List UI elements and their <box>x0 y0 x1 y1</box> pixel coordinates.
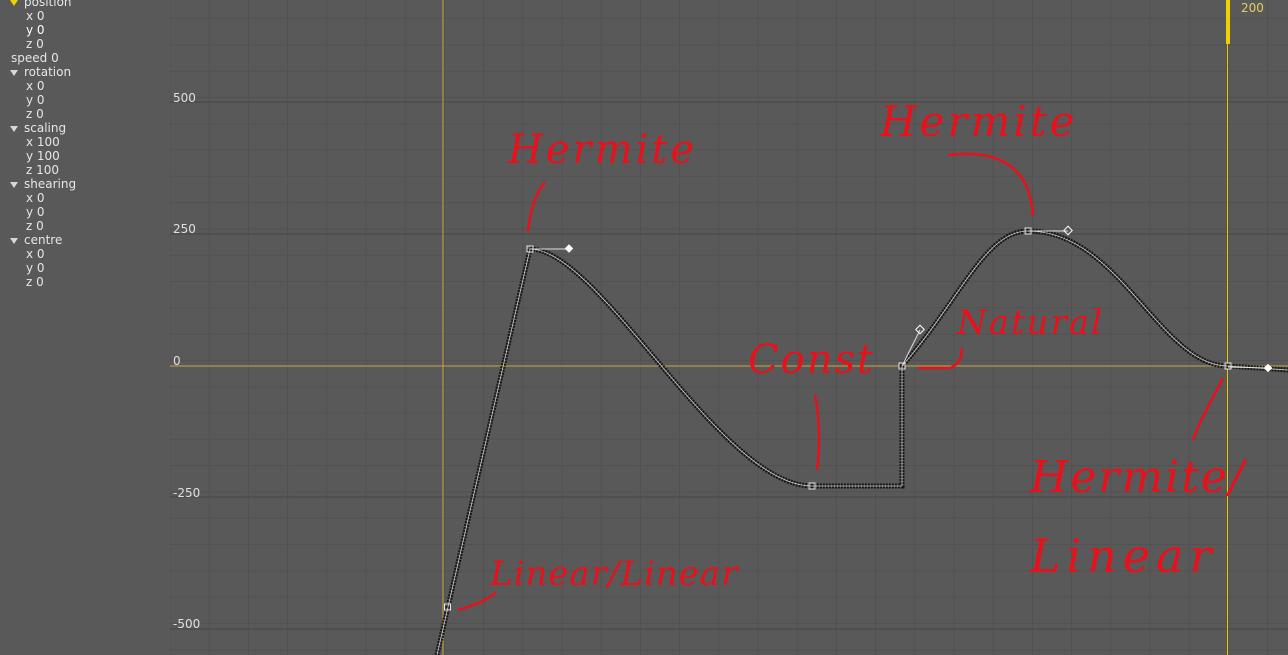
annotation-hermite-1: Hermite <box>507 127 697 173</box>
annotation-pointer <box>813 394 821 471</box>
channel-scaling[interactable]: scaling <box>10 121 66 135</box>
channel-scaling-x[interactable]: x 100 <box>26 135 60 149</box>
annotation-pointer <box>918 347 964 370</box>
annotation-const: Const <box>748 337 875 383</box>
channel-shearing-y[interactable]: y 0 <box>26 205 45 219</box>
collapse-triangle-icon[interactable] <box>10 125 18 132</box>
tangent-handle[interactable] <box>1263 363 1273 373</box>
channel-position[interactable]: position <box>10 0 72 9</box>
annotation-pointer <box>1191 377 1225 441</box>
channel-shearing-z[interactable]: z 0 <box>26 219 44 233</box>
channel-shearing-x[interactable]: x 0 <box>26 191 45 205</box>
channel-centre-x[interactable]: x 0 <box>26 247 45 261</box>
y-tick-label: -500 <box>173 617 201 631</box>
collapse-triangle-icon[interactable] <box>10 0 18 6</box>
channel-label: centre <box>24 233 63 247</box>
annotation-linear: Linear <box>1029 529 1218 583</box>
channel-position-y[interactable]: y 0 <box>26 23 45 37</box>
annotation-pointer <box>947 152 1035 217</box>
annotation-hermite-2: Hermite <box>879 97 1078 146</box>
y-tick-label: 0 <box>173 354 181 368</box>
channel-scaling-y[interactable]: y 100 <box>26 149 60 163</box>
tangent-handle[interactable] <box>564 244 574 253</box>
channel-centre-y[interactable]: y 0 <box>26 261 45 275</box>
channel-label: rotation <box>24 65 72 79</box>
channel-label: position <box>24 0 72 9</box>
annotations: Hermite Hermite Natural Const Linear/Lin… <box>457 97 1248 612</box>
channel-label: scaling <box>24 121 67 135</box>
annotation-natural: Natural <box>956 303 1104 343</box>
collapse-triangle-icon[interactable] <box>10 69 18 76</box>
channel-centre[interactable]: centre <box>10 233 62 247</box>
y-tick-label: 250 <box>173 222 196 236</box>
channel-shearing[interactable]: shearing <box>10 177 76 191</box>
playhead-marker[interactable] <box>1226 0 1230 44</box>
channel-rotation-x[interactable]: x 0 <box>26 79 45 93</box>
y-tick-label: -250 <box>173 486 201 500</box>
channel-position-x[interactable]: x 0 <box>26 9 45 23</box>
annotation-hermite-linear: Hermite/ <box>1029 452 1248 503</box>
channel-speed[interactable]: speed 0 <box>11 51 59 65</box>
collapse-triangle-icon[interactable] <box>10 181 18 188</box>
annotation-pointer <box>457 591 497 612</box>
collapse-triangle-icon[interactable] <box>10 237 18 244</box>
current-frame-label: 200 <box>1241 1 1264 15</box>
channel-rotation-y[interactable]: y 0 <box>26 93 45 107</box>
channel-rotation-z[interactable]: z 0 <box>26 107 44 121</box>
channel-label: shearing <box>24 177 77 191</box>
annotation-linear-linear: Linear/Linear <box>489 554 739 594</box>
channel-tree: position x 0 y 0 z 0 speed 0 rotation x … <box>0 0 170 655</box>
channel-rotation[interactable]: rotation <box>10 65 71 79</box>
y-tick-label: 500 <box>173 91 196 105</box>
annotation-pointer <box>526 181 546 233</box>
channel-position-z[interactable]: z 0 <box>26 37 44 51</box>
channel-centre-z[interactable]: z 0 <box>26 275 44 289</box>
tangent-handle[interactable] <box>915 324 925 335</box>
channel-scaling-z[interactable]: z 100 <box>26 163 59 177</box>
